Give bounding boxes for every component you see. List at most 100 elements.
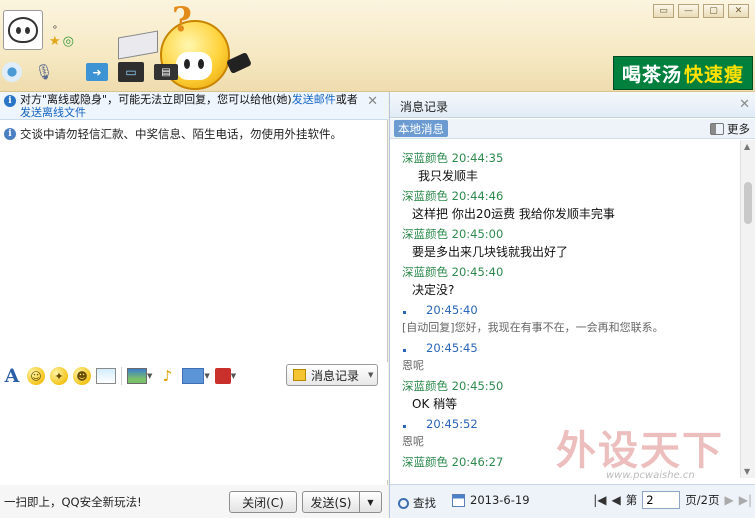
send-image-icon[interactable] bbox=[127, 368, 147, 384]
skin-button[interactable]: ▭ bbox=[653, 4, 674, 18]
list-item: 深蓝颜色 20:45:40 决定没? bbox=[402, 264, 740, 302]
remote-desktop-icon[interactable]: ▭ bbox=[118, 62, 144, 82]
chevron-down-icon[interactable]: ▼ bbox=[147, 372, 152, 380]
list-item: 20:45:45 恩呢 bbox=[402, 340, 740, 378]
send-mail-link[interactable]: 发送邮件 bbox=[292, 93, 336, 106]
tab-local-messages[interactable]: 本地消息 bbox=[394, 120, 448, 137]
scroll-thumb[interactable] bbox=[744, 182, 752, 224]
date-value: 2013-6-19 bbox=[470, 493, 530, 507]
prev-page-icon[interactable]: ◀ bbox=[612, 493, 621, 507]
message-header: 20:45:40 bbox=[402, 302, 740, 318]
send-options-button[interactable]: ▼ bbox=[359, 491, 382, 513]
message-text: 恩呢 bbox=[402, 359, 424, 372]
message-text: [自动回复]您好，我现在有事不在，一会再和您联系。 bbox=[402, 321, 664, 334]
message-history-label: 消息记录 bbox=[311, 368, 360, 383]
emoji-icon[interactable]: ☺ bbox=[27, 367, 45, 385]
close-button[interactable]: 关闭(C) bbox=[229, 491, 297, 513]
list-item: 20:45:40 [自动回复]您好，我现在有事不在，一会再和您联系。 bbox=[402, 302, 740, 340]
chat-pane: i 对方"离线或隐身"，可能无法立即回复，您可以给他(她)发送邮件或者发送离线文… bbox=[0, 92, 388, 518]
last-page-icon[interactable]: ▶| bbox=[739, 493, 752, 507]
chevron-down-icon: ▼ bbox=[368, 371, 374, 379]
history-icon bbox=[293, 369, 306, 381]
history-title-bar: 消息记录 ✕ bbox=[390, 92, 755, 118]
message-header: 深蓝颜色 20:46:27 bbox=[402, 455, 504, 469]
app-icon[interactable]: ▤ bbox=[154, 64, 178, 80]
info-icon: i bbox=[4, 128, 16, 140]
screenshot-icon[interactable] bbox=[182, 368, 205, 384]
message-header: 深蓝颜色 20:44:35 bbox=[402, 151, 504, 165]
chevron-down-icon[interactable]: ▼ bbox=[231, 372, 236, 380]
format-toolbar: A ☺ ✦ ☻ ▼ ♪ ▼ ▼ 消息记录 ▼ bbox=[0, 362, 388, 390]
status-icons: ★ ◎ bbox=[49, 34, 74, 49]
list-item: 深蓝颜色 20:45:50 OK 稍等 bbox=[402, 378, 740, 416]
chat-toolbar: 🎙 ➜ ▭ ▤ bbox=[2, 60, 178, 84]
page-number-input[interactable] bbox=[642, 491, 681, 509]
star-icon[interactable]: ★ bbox=[49, 34, 61, 49]
minimize-button[interactable]: — bbox=[678, 4, 699, 18]
send-button[interactable]: 发送(S) bbox=[302, 491, 360, 513]
close-window-button[interactable]: ✕ bbox=[728, 4, 749, 18]
more-button[interactable]: 更多 bbox=[710, 121, 750, 137]
history-title: 消息记录 bbox=[400, 100, 449, 114]
notice-text-or: 或者 bbox=[335, 93, 358, 106]
close-history-icon[interactable]: ✕ bbox=[739, 97, 750, 112]
first-page-icon[interactable]: |◀ bbox=[593, 493, 606, 507]
cat-avatar-icon bbox=[8, 17, 38, 43]
pager: |◀ ◀ 第 页/2页 ▶ ▶| bbox=[593, 491, 752, 509]
font-icon[interactable]: A bbox=[2, 365, 22, 387]
message-text: 要是多出来几块钱就我出好了 bbox=[412, 245, 569, 259]
list-item: 20:45:52 恩呢 bbox=[402, 416, 740, 454]
next-page-icon[interactable]: ▶ bbox=[724, 493, 733, 507]
qzone-icon[interactable]: ◎ bbox=[63, 34, 74, 49]
chevron-down-icon[interactable]: ▼ bbox=[204, 372, 209, 380]
close-notice-icon[interactable]: ✕ bbox=[367, 95, 378, 108]
find-button[interactable]: 查找 bbox=[398, 495, 436, 511]
message-header: 深蓝颜色 20:45:00 bbox=[402, 227, 504, 241]
send-offline-file-link[interactable]: 发送离线文件 bbox=[20, 106, 86, 119]
message-input[interactable] bbox=[0, 390, 388, 480]
message-header: 深蓝颜色 20:45:50 bbox=[402, 379, 504, 393]
find-label: 查找 bbox=[413, 496, 436, 510]
video-call-icon[interactable] bbox=[2, 62, 22, 82]
date-picker[interactable]: 2013-6-19 bbox=[452, 493, 530, 507]
magic-emoji-icon[interactable]: ✦ bbox=[50, 367, 68, 385]
shake-icon[interactable]: ☻ bbox=[73, 367, 91, 385]
warning-text: 交谈中请勿轻信汇款、中奖信息、陌生电话，勿使用外挂软件。 bbox=[20, 127, 342, 141]
page-prefix: 第 bbox=[625, 493, 638, 507]
security-warning: i 交谈中请勿轻信汇款、中奖信息、陌生电话，勿使用外挂软件。 bbox=[0, 126, 388, 142]
window-controls: ▭ — ▢ ✕ bbox=[653, 4, 749, 18]
gift-icon[interactable] bbox=[214, 368, 231, 384]
ad-text-1: 喝茶汤 bbox=[621, 63, 682, 86]
message-header: 20:45:45 bbox=[402, 340, 740, 356]
history-footer: 查找 2013-6-19 |◀ ◀ 第 页/2页 ▶ ▶| bbox=[390, 484, 755, 518]
notice-text: 对方"离线或隐身"，可能无法立即回复，您可以给他(她) bbox=[20, 93, 292, 106]
message-header: 20:45:52 bbox=[402, 416, 740, 432]
scroll-up-icon[interactable]: ▲ bbox=[744, 142, 750, 151]
send-bar: 一扫即上，QQ安全新玩法! 关闭(C) 发送(S) ▼ bbox=[0, 485, 388, 518]
message-text: 决定没? bbox=[412, 283, 455, 297]
history-pane: 消息记录 ✕ 本地消息 更多 深蓝颜色 20:44:35 我只发顺丰 深蓝颜色 … bbox=[389, 92, 755, 518]
history-scrollbar[interactable]: ▲ ▼ bbox=[740, 140, 755, 478]
history-tabs: 本地消息 更多 bbox=[390, 119, 755, 139]
offline-notice: i 对方"离线或隐身"，可能无法立即回复，您可以给他(她)发送邮件或者发送离线文… bbox=[0, 92, 388, 120]
voice-call-icon[interactable]: 🎙 bbox=[32, 60, 56, 84]
send-file-icon[interactable]: ➜ bbox=[86, 63, 108, 81]
message-text: 恩呢 bbox=[402, 435, 424, 448]
ad-banner[interactable]: 喝茶汤 快速瘦 bbox=[613, 56, 753, 90]
list-item: 深蓝颜色 20:46:27 bbox=[402, 454, 740, 470]
contact-avatar[interactable] bbox=[3, 10, 43, 50]
message-header: 深蓝颜色 20:44:46 bbox=[402, 189, 504, 203]
music-icon[interactable]: ♪ bbox=[157, 366, 177, 386]
scroll-down-icon[interactable]: ▼ bbox=[744, 467, 750, 476]
ad-text-2: 快速瘦 bbox=[684, 63, 745, 86]
chat-header: 。 ★ ◎ ? 🎙 ➜ ▭ ▤ ▭ — ▢ ✕ 喝茶汤 快速瘦 bbox=[0, 0, 755, 92]
list-item: 深蓝颜色 20:44:46 这样把 你出20运费 我给你发顺丰完事 bbox=[402, 188, 740, 226]
history-list: 深蓝颜色 20:44:35 我只发顺丰 深蓝颜色 20:44:46 这样把 你出… bbox=[390, 140, 740, 478]
maximize-button[interactable]: ▢ bbox=[703, 4, 724, 18]
page-suffix: 页/2页 bbox=[685, 493, 720, 507]
info-icon: i bbox=[4, 95, 16, 107]
doodle-icon[interactable] bbox=[96, 368, 116, 384]
message-header: 深蓝颜色 20:45:40 bbox=[402, 265, 504, 279]
message-history-button[interactable]: 消息记录 ▼ bbox=[286, 364, 378, 386]
promo-tip[interactable]: 一扫即上，QQ安全新玩法! bbox=[4, 494, 142, 510]
